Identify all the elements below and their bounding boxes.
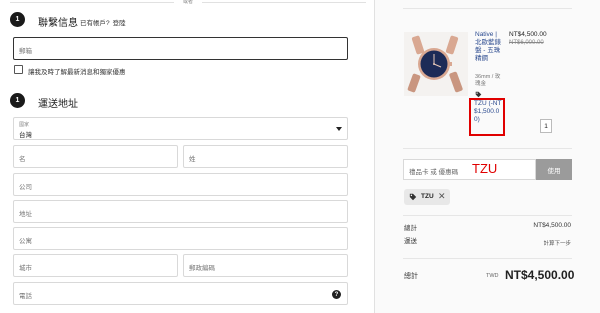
summary-top-divider <box>403 8 572 9</box>
city-placeholder: 城市 <box>19 265 32 272</box>
help-icon[interactable]: ? <box>332 290 341 299</box>
subtotal-value: NT$4,500.00 <box>533 222 571 229</box>
first-name-field[interactable]: 名 <box>13 145 178 168</box>
tag-icon <box>409 193 417 201</box>
postal-code-placeholder: 郵政編碼 <box>189 265 215 272</box>
total-amount: NT$4,500.00 <box>505 268 575 282</box>
apartment-field[interactable]: 公寓 <box>13 227 348 250</box>
email-placeholder: 郵箱 <box>19 48 32 55</box>
or-divider-line-left <box>10 2 174 3</box>
step-shipping-badge: 1 <box>10 93 25 108</box>
company-placeholder: 公司 <box>19 184 32 191</box>
login-hint: 已有帳戶? 登陸 <box>80 17 126 27</box>
total-currency: TWD <box>486 273 499 279</box>
contact-section-title: 聯繫信息 <box>38 18 78 29</box>
shipping-label: 運送 <box>404 238 417 245</box>
discount-code-input[interactable]: 禮品卡 或 優惠碼 TZU <box>403 159 536 180</box>
apartment-placeholder: 公寓 <box>19 238 32 245</box>
login-link[interactable]: 登陸 <box>113 20 126 27</box>
newsletter-checkbox[interactable] <box>14 65 23 74</box>
postal-code-field[interactable]: 郵政編碼 <box>183 254 348 277</box>
shipping-value: 計算下一步 <box>543 241 571 247</box>
or-divider: 或者 <box>0 0 374 6</box>
country-label: 國家 <box>19 122 30 128</box>
city-field[interactable]: 城市 <box>13 254 178 277</box>
watch-image <box>404 32 468 96</box>
newsletter-label: 讓我及時了解最新消息和獨家優惠 <box>28 69 126 76</box>
shipping-section-title: 運送地址 <box>38 99 78 110</box>
price-original: NT$6,000.00 <box>509 40 544 46</box>
remove-discount-icon[interactable]: ✕ <box>438 191 446 202</box>
discount-code-placeholder: 禮品卡 或 優惠碼 <box>409 169 459 176</box>
apply-discount-button[interactable]: 使用 <box>536 159 572 180</box>
applied-discount-code: TZU <box>421 193 434 200</box>
first-name-placeholder: 名 <box>19 156 26 163</box>
chevron-down-icon <box>336 127 342 131</box>
discount-code-annotation: TZU <box>472 161 498 176</box>
line-discount-text: TZU (-NT$1,500.00) <box>474 100 502 123</box>
quantity-badge: 1 <box>540 119 552 133</box>
address-field[interactable]: 地址 <box>13 200 348 223</box>
phone-placeholder: 電話 <box>19 293 32 300</box>
address-placeholder: 地址 <box>19 211 32 218</box>
summary-divider-2 <box>403 215 572 216</box>
phone-field[interactable]: 電話 ? <box>13 282 348 305</box>
product-variant: 36mm / 玫瑰金 <box>475 74 501 87</box>
summary-divider-3 <box>403 258 572 259</box>
total-label: 總計 <box>404 273 418 280</box>
have-account-text: 已有帳戶? <box>80 20 110 27</box>
or-divider-line-right <box>202 2 366 3</box>
product-thumbnail <box>404 32 468 96</box>
checkout-form-panel: 或者 1 聯繫信息 已有帳戶? 登陸 郵箱 讓我及時了解最新消息和獨家優惠 1 運… <box>0 0 374 313</box>
tag-icon <box>475 91 482 98</box>
product-name[interactable]: Native | 北歐藍錶盤 - 五珠精鋼 <box>475 31 505 63</box>
applied-discount-chip: TZU ✕ <box>404 189 450 205</box>
step-contact-badge: 1 <box>10 12 25 27</box>
country-value: 台灣 <box>19 132 32 139</box>
or-divider-text: 或者 <box>182 0 193 5</box>
country-select[interactable]: 國家 台灣 <box>13 117 348 140</box>
last-name-placeholder: 姓 <box>189 156 196 163</box>
summary-divider-1 <box>403 148 572 149</box>
email-field[interactable]: 郵箱 <box>13 37 348 60</box>
price-current: NT$4,500.00 <box>509 31 547 38</box>
company-field[interactable]: 公司 <box>13 173 348 196</box>
last-name-field[interactable]: 姓 <box>183 145 348 168</box>
subtotal-label: 總計 <box>404 225 417 232</box>
